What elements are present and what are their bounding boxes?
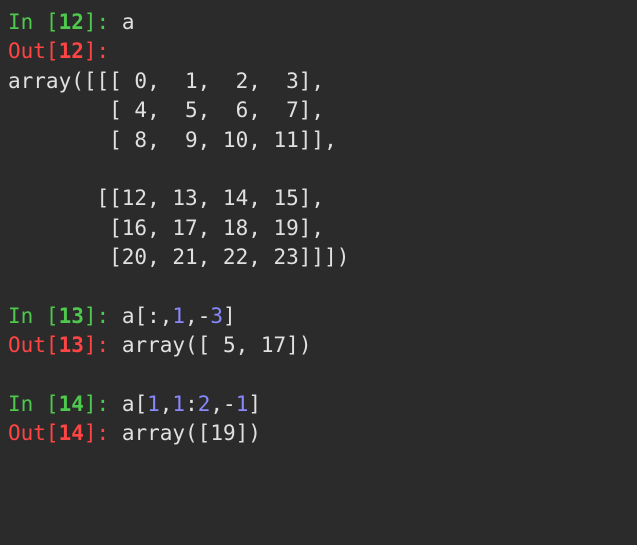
in-code: a — [122, 10, 135, 34]
in-code: a[1,1:2,-1] — [122, 392, 261, 416]
out-result: array([[[ 0, 1, 2, 3], [ 4, 5, 6, 7], [ … — [8, 69, 349, 269]
out-prompt: Out[13]: — [8, 333, 122, 357]
cell-14: In [14]: a[1,1:2,-1] Out[14]: array([19]… — [8, 392, 261, 445]
cell-12: In [12]: a Out[12]: array([[[ 0, 1, 2, 3… — [8, 10, 349, 269]
out-prompt: Out[14]: — [8, 421, 122, 445]
out-prompt: Out[12]: — [8, 39, 109, 63]
in-prompt: In [13]: — [8, 304, 122, 328]
cell-13: In [13]: a[:,1,-3] Out[13]: array([ 5, 1… — [8, 304, 311, 357]
in-prompt: In [14]: — [8, 392, 122, 416]
out-result: array([19]) — [122, 421, 261, 445]
in-code: a[:,1,-3] — [122, 304, 236, 328]
in-prompt: In [12]: — [8, 10, 122, 34]
out-result: array([ 5, 17]) — [122, 333, 312, 357]
